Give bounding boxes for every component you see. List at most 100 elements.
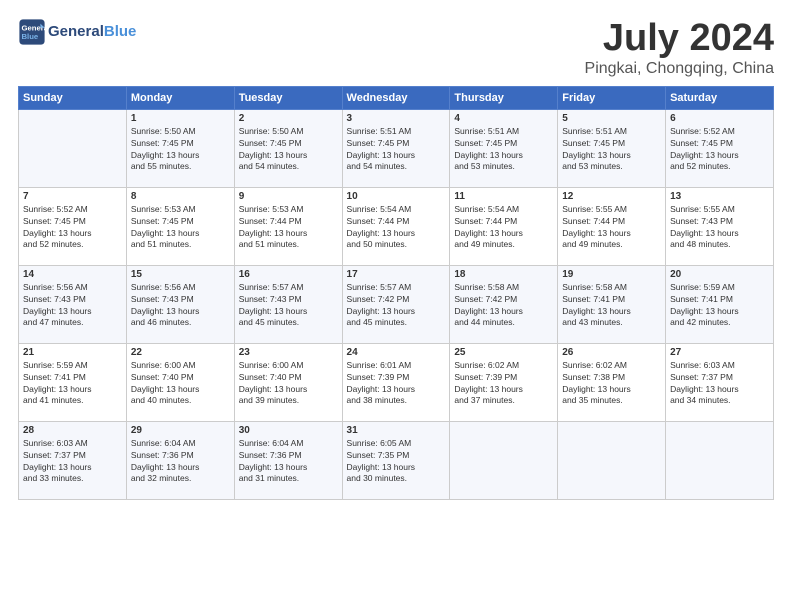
logo-blue: Blue [104,23,137,40]
col-thursday: Thursday [450,86,558,109]
calendar-cell: 31 Sunrise: 6:05 AM Sunset: 7:35 PM Dayli… [342,421,450,499]
col-wednesday: Wednesday [342,86,450,109]
calendar-cell [558,421,666,499]
day-number: 9 [239,191,338,202]
cell-info: Sunrise: 5:50 AM Sunset: 7:45 PM Dayligh… [239,126,338,174]
cell-info: Sunrise: 5:53 AM Sunset: 7:45 PM Dayligh… [131,204,230,252]
calendar-cell: 23Sunrise: 6:00 AM Sunset: 7:40 PM Dayli… [234,343,342,421]
week-row-3: 14 Sunrise: 5:56 AM Sunset: 7:43 PM Dayli… [19,265,774,343]
day-number: 22 [131,347,230,358]
cell-info: Sunrise: 6:00 AM Sunset: 7:40 PM Dayligh… [131,360,230,408]
calendar-cell: 26 Sunrise: 6:02 AM Sunset: 7:38 PM Dayli… [558,343,666,421]
day-number: 21 [23,347,122,358]
header-row: Sunday Monday Tuesday Wednesday Thursday… [19,86,774,109]
day-number: 5 [562,113,661,124]
day-number: 17 [347,269,446,280]
cell-info: Sunrise: 5:52 AM Sunset: 7:45 PM Dayligh… [670,126,769,174]
day-number: 12 [562,191,661,202]
calendar-cell: 6 Sunrise: 5:52 AM Sunset: 7:45 PM Daylig… [666,109,774,187]
calendar-cell: 2 Sunrise: 5:50 AM Sunset: 7:45 PM Daylig… [234,109,342,187]
day-number: 30 [239,425,338,436]
calendar-cell: 13Sunrise: 5:55 AM Sunset: 7:43 PM Dayli… [666,187,774,265]
day-number: 29 [131,425,230,436]
col-saturday: Saturday [666,86,774,109]
calendar-cell: 10 Sunrise: 5:54 AM Sunset: 7:44 PM Dayli… [342,187,450,265]
month-title: July 2024 [585,18,774,60]
cell-info: Sunrise: 5:51 AM Sunset: 7:45 PM Dayligh… [562,126,661,174]
calendar-cell: 25 Sunrise: 6:02 AM Sunset: 7:39 PM Dayli… [450,343,558,421]
cell-info: Sunrise: 5:55 AM Sunset: 7:44 PM Dayligh… [562,204,661,252]
calendar-cell: 8 Sunrise: 5:53 AM Sunset: 7:45 PM Daylig… [126,187,234,265]
day-number: 2 [239,113,338,124]
header: General Blue GeneralBlue July 2024 Pingk… [18,18,774,78]
day-number: 18 [454,269,553,280]
cell-info: Sunrise: 5:54 AM Sunset: 7:44 PM Dayligh… [454,204,553,252]
day-number: 14 [23,269,122,280]
title-block: July 2024 Pingkai, Chongqing, China [585,18,774,78]
day-number: 1 [131,113,230,124]
day-number: 6 [670,113,769,124]
calendar-cell: 30 Sunrise: 6:04 AM Sunset: 7:36 PM Dayli… [234,421,342,499]
day-number: 10 [347,191,446,202]
cell-info: Sunrise: 5:58 AM Sunset: 7:41 PM Dayligh… [562,282,661,330]
day-number: 31 [347,425,446,436]
cell-info: Sunrise: 6:03 AM Sunset: 7:37 PM Dayligh… [670,360,769,408]
day-number: 7 [23,191,122,202]
cell-info: Sunrise: 6:01 AM Sunset: 7:39 PM Dayligh… [347,360,446,408]
day-number: 4 [454,113,553,124]
cell-info: Sunrise: 6:02 AM Sunset: 7:38 PM Dayligh… [562,360,661,408]
cell-info: Sunrise: 5:52 AM Sunset: 7:45 PM Dayligh… [23,204,122,252]
calendar-cell: 3Sunrise: 5:51 AM Sunset: 7:45 PM Daylig… [342,109,450,187]
cell-info: Sunrise: 6:04 AM Sunset: 7:36 PM Dayligh… [239,438,338,486]
logo-icon: General Blue [18,18,46,46]
calendar-header: Sunday Monday Tuesday Wednesday Thursday… [19,86,774,109]
calendar-cell: 19Sunrise: 5:58 AM Sunset: 7:41 PM Dayli… [558,265,666,343]
col-friday: Friday [558,86,666,109]
day-number: 8 [131,191,230,202]
cell-info: Sunrise: 5:54 AM Sunset: 7:44 PM Dayligh… [347,204,446,252]
calendar-cell: 21Sunrise: 5:59 AM Sunset: 7:41 PM Dayli… [19,343,127,421]
calendar-cell: 24 Sunrise: 6:01 AM Sunset: 7:39 PM Dayli… [342,343,450,421]
calendar-cell: 16Sunrise: 5:57 AM Sunset: 7:43 PM Dayli… [234,265,342,343]
page-container: General Blue GeneralBlue July 2024 Pingk… [0,0,792,510]
cell-info: Sunrise: 5:51 AM Sunset: 7:45 PM Dayligh… [347,126,446,174]
week-row-2: 7 Sunrise: 5:52 AM Sunset: 7:45 PM Daylig… [19,187,774,265]
cell-info: Sunrise: 5:56 AM Sunset: 7:43 PM Dayligh… [131,282,230,330]
calendar-cell: 12 Sunrise: 5:55 AM Sunset: 7:44 PM Dayli… [558,187,666,265]
svg-text:Blue: Blue [22,32,39,41]
calendar-cell [19,109,127,187]
calendar-cell: 17Sunrise: 5:57 AM Sunset: 7:42 PM Dayli… [342,265,450,343]
calendar-cell: 14Sunrise: 5:56 AM Sunset: 7:43 PM Dayli… [19,265,127,343]
calendar-cell: 27Sunrise: 6:03 AM Sunset: 7:37 PM Dayli… [666,343,774,421]
calendar-cell: 9Sunrise: 5:53 AM Sunset: 7:44 PM Daylig… [234,187,342,265]
logo-general: General [48,23,104,40]
calendar-cell: 11Sunrise: 5:54 AM Sunset: 7:44 PM Dayli… [450,187,558,265]
day-number: 25 [454,347,553,358]
calendar-cell: 5 Sunrise: 5:51 AM Sunset: 7:45 PM Daylig… [558,109,666,187]
calendar-body: 1 Sunrise: 5:50 AM Sunset: 7:45 PM Daylig… [19,109,774,499]
calendar-cell: 28Sunrise: 6:03 AM Sunset: 7:37 PM Dayli… [19,421,127,499]
svg-text:General: General [22,24,47,33]
week-row-1: 1 Sunrise: 5:50 AM Sunset: 7:45 PM Daylig… [19,109,774,187]
cell-info: Sunrise: 5:50 AM Sunset: 7:45 PM Dayligh… [131,126,230,174]
calendar-cell: 4Sunrise: 5:51 AM Sunset: 7:45 PM Daylig… [450,109,558,187]
day-number: 16 [239,269,338,280]
calendar-cell: 1 Sunrise: 5:50 AM Sunset: 7:45 PM Daylig… [126,109,234,187]
calendar-cell [450,421,558,499]
calendar-cell: 20Sunrise: 5:59 AM Sunset: 7:41 PM Dayli… [666,265,774,343]
day-number: 26 [562,347,661,358]
cell-info: Sunrise: 5:58 AM Sunset: 7:42 PM Dayligh… [454,282,553,330]
cell-info: Sunrise: 6:00 AM Sunset: 7:40 PM Dayligh… [239,360,338,408]
day-number: 24 [347,347,446,358]
day-number: 15 [131,269,230,280]
location-title: Pingkai, Chongqing, China [585,60,774,78]
week-row-4: 21Sunrise: 5:59 AM Sunset: 7:41 PM Dayli… [19,343,774,421]
calendar-cell: 15 Sunrise: 5:56 AM Sunset: 7:43 PM Dayli… [126,265,234,343]
calendar-cell: 22 Sunrise: 6:00 AM Sunset: 7:40 PM Dayli… [126,343,234,421]
cell-info: Sunrise: 6:05 AM Sunset: 7:35 PM Dayligh… [347,438,446,486]
calendar-cell: 29Sunrise: 6:04 AM Sunset: 7:36 PM Dayli… [126,421,234,499]
day-number: 13 [670,191,769,202]
week-row-5: 28Sunrise: 6:03 AM Sunset: 7:37 PM Dayli… [19,421,774,499]
day-number: 20 [670,269,769,280]
cell-info: Sunrise: 6:02 AM Sunset: 7:39 PM Dayligh… [454,360,553,408]
